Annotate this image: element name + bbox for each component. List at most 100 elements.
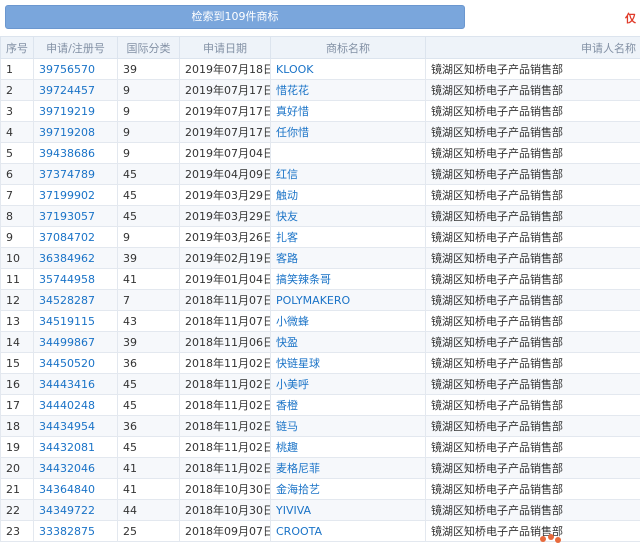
table-row[interactable]: 12 34528287 7 2018年11月07日 POLYMAKERO 镜湖区知桥电子产…: [0, 289, 640, 311]
row-date: 2018年10月30日: [179, 499, 271, 521]
row-applicant: 镜湖区知桥电子产品销售部: [425, 100, 640, 122]
row-reg-number[interactable]: 39724457: [33, 79, 118, 101]
row-reg-number[interactable]: 37199902: [33, 184, 118, 206]
row-reg-number[interactable]: 34349722: [33, 499, 118, 521]
row-seq: 16: [0, 373, 34, 395]
row-date: 2018年11月02日: [179, 436, 271, 458]
row-class: 45: [117, 163, 180, 185]
table-row[interactable]: 18 34434954 36 2018年11月02日 链马 镜湖区知桥电子产品销售部: [0, 415, 640, 437]
header-trademark-name[interactable]: 商标名称: [270, 36, 426, 59]
row-class: 41: [117, 268, 180, 290]
row-trademark-name[interactable]: 香橙: [270, 394, 426, 416]
row-reg-number[interactable]: 34432046: [33, 457, 118, 479]
row-class: 45: [117, 205, 180, 227]
table-row[interactable]: 21 34364840 41 2018年10月30日 金海拾艺 镜湖区知桥电子产品销售部: [0, 478, 640, 500]
table-row[interactable]: 3 39719219 9 2019年07月17日 真好惜 镜湖区知桥电子产品销售部: [0, 100, 640, 122]
row-reg-number[interactable]: 39756570: [33, 58, 118, 80]
row-reg-number[interactable]: 37374789: [33, 163, 118, 185]
row-reg-number[interactable]: 37193057: [33, 205, 118, 227]
row-reg-number[interactable]: 36384962: [33, 247, 118, 269]
row-reg-number[interactable]: 34443416: [33, 373, 118, 395]
row-class: 41: [117, 478, 180, 500]
table-row[interactable]: 20 34432046 41 2018年11月02日 麦格尼菲 镜湖区知桥电子产品销售部: [0, 457, 640, 479]
table-row[interactable]: 14 34499867 39 2018年11月06日 快盈 镜湖区知桥电子产品销售部: [0, 331, 640, 353]
table-row[interactable]: 15 34450520 36 2018年11月02日 快链星球 镜湖区知桥电子产品销售部: [0, 352, 640, 374]
row-reg-number[interactable]: 39719219: [33, 100, 118, 122]
table-row[interactable]: 10 36384962 39 2019年02月19日 客路 镜湖区知桥电子产品销售部: [0, 247, 640, 269]
row-applicant: 镜湖区知桥电子产品销售部: [425, 394, 640, 416]
top-right-label[interactable]: 仅: [625, 10, 636, 26]
row-reg-number[interactable]: 39719208: [33, 121, 118, 143]
table-row[interactable]: 22 34349722 44 2018年10月30日 YIVIVA 镜湖区知桥电子产品销售…: [0, 499, 640, 521]
table-row[interactable]: 2 39724457 9 2019年07月17日 惜花花 镜湖区知桥电子产品销售部: [0, 79, 640, 101]
row-reg-number[interactable]: 39438686: [33, 142, 118, 164]
table-row[interactable]: 5 39438686 9 2019年07月04日 镜湖区知桥电子产品销售部: [0, 142, 640, 164]
row-trademark-name[interactable]: 小微蜂: [270, 310, 426, 332]
row-applicant: 镜湖区知桥电子产品销售部: [425, 331, 640, 353]
row-applicant: 镜湖区知桥电子产品销售部: [425, 268, 640, 290]
row-trademark-name[interactable]: 搞笑辣条哥: [270, 268, 426, 290]
row-trademark-name[interactable]: 桃趣: [270, 436, 426, 458]
search-result-button[interactable]: 检索到109件商标: [5, 5, 465, 29]
table-row[interactable]: 7 37199902 45 2019年03月29日 触动 镜湖区知桥电子产品销售部: [0, 184, 640, 206]
header-seq[interactable]: 序号: [0, 36, 34, 59]
table-row[interactable]: 16 34443416 45 2018年11月02日 小美呼 镜湖区知桥电子产品销售部: [0, 373, 640, 395]
row-trademark-name[interactable]: 快盈: [270, 331, 426, 353]
row-class: 39: [117, 58, 180, 80]
row-trademark-name[interactable]: [270, 142, 426, 164]
row-class: 39: [117, 331, 180, 353]
table-row[interactable]: 13 34519115 43 2018年11月07日 小微蜂 镜湖区知桥电子产品销售部: [0, 310, 640, 332]
row-reg-number[interactable]: 34440248: [33, 394, 118, 416]
row-trademark-name[interactable]: 真好惜: [270, 100, 426, 122]
row-class: 9: [117, 79, 180, 101]
table-row[interactable]: 19 34432081 45 2018年11月02日 桃趣 镜湖区知桥电子产品销售部: [0, 436, 640, 458]
row-trademark-name[interactable]: POLYMAKERO: [270, 289, 426, 311]
row-trademark-name[interactable]: 红信: [270, 163, 426, 185]
row-date: 2018年11月02日: [179, 415, 271, 437]
table-row[interactable]: 6 37374789 45 2019年04月09日 红信 镜湖区知桥电子产品销售部: [0, 163, 640, 185]
row-reg-number[interactable]: 34432081: [33, 436, 118, 458]
table-row[interactable]: 1 39756570 39 2019年07月18日 KLOOK 镜湖区知桥电子产品销售部: [0, 58, 640, 80]
row-reg-number[interactable]: 34528287: [33, 289, 118, 311]
row-trademark-name[interactable]: 金海拾艺: [270, 478, 426, 500]
row-reg-number[interactable]: 35744958: [33, 268, 118, 290]
table-row[interactable]: 4 39719208 9 2019年07月17日 任你惜 镜湖区知桥电子产品销售部: [0, 121, 640, 143]
chat-bubble-icon[interactable]: [538, 532, 562, 546]
row-trademark-name[interactable]: 麦格尼菲: [270, 457, 426, 479]
row-reg-number[interactable]: 37084702: [33, 226, 118, 248]
row-trademark-name[interactable]: 快链星球: [270, 352, 426, 374]
table-row[interactable]: 11 35744958 41 2019年01月04日 搞笑辣条哥 镜湖区知桥电子产品销售部: [0, 268, 640, 290]
header-date[interactable]: 申请日期: [179, 36, 271, 59]
row-trademark-name[interactable]: 客路: [270, 247, 426, 269]
row-applicant: 镜湖区知桥电子产品销售部: [425, 499, 640, 521]
row-trademark-name[interactable]: CROOTA: [270, 520, 426, 542]
header-reg-number[interactable]: 申请/注册号: [33, 36, 118, 59]
row-seq: 15: [0, 352, 34, 374]
row-reg-number[interactable]: 34499867: [33, 331, 118, 353]
row-trademark-name[interactable]: 触动: [270, 184, 426, 206]
row-reg-number[interactable]: 34450520: [33, 352, 118, 374]
header-applicant[interactable]: 申请人名称: [425, 36, 640, 59]
table-row[interactable]: 17 34440248 45 2018年11月02日 香橙 镜湖区知桥电子产品销售部: [0, 394, 640, 416]
header-class[interactable]: 国际分类: [117, 36, 180, 59]
row-reg-number[interactable]: 33382875: [33, 520, 118, 542]
row-reg-number[interactable]: 34364840: [33, 478, 118, 500]
table-row[interactable]: 9 37084702 9 2019年03月26日 扎客 镜湖区知桥电子产品销售部: [0, 226, 640, 248]
row-applicant: 镜湖区知桥电子产品销售部: [425, 310, 640, 332]
row-seq: 21: [0, 478, 34, 500]
table-row[interactable]: 8 37193057 45 2019年03月29日 快友 镜湖区知桥电子产品销售部: [0, 205, 640, 227]
row-trademark-name[interactable]: KLOOK: [270, 58, 426, 80]
row-trademark-name[interactable]: 扎客: [270, 226, 426, 248]
row-trademark-name[interactable]: 任你惜: [270, 121, 426, 143]
row-trademark-name[interactable]: 小美呼: [270, 373, 426, 395]
row-trademark-name[interactable]: YIVIVA: [270, 499, 426, 521]
row-seq: 4: [0, 121, 34, 143]
row-class: 9: [117, 226, 180, 248]
row-trademark-name[interactable]: 链马: [270, 415, 426, 437]
row-date: 2019年07月18日: [179, 58, 271, 80]
row-trademark-name[interactable]: 快友: [270, 205, 426, 227]
row-reg-number[interactable]: 34434954: [33, 415, 118, 437]
row-reg-number[interactable]: 34519115: [33, 310, 118, 332]
row-trademark-name[interactable]: 惜花花: [270, 79, 426, 101]
row-seq: 11: [0, 268, 34, 290]
